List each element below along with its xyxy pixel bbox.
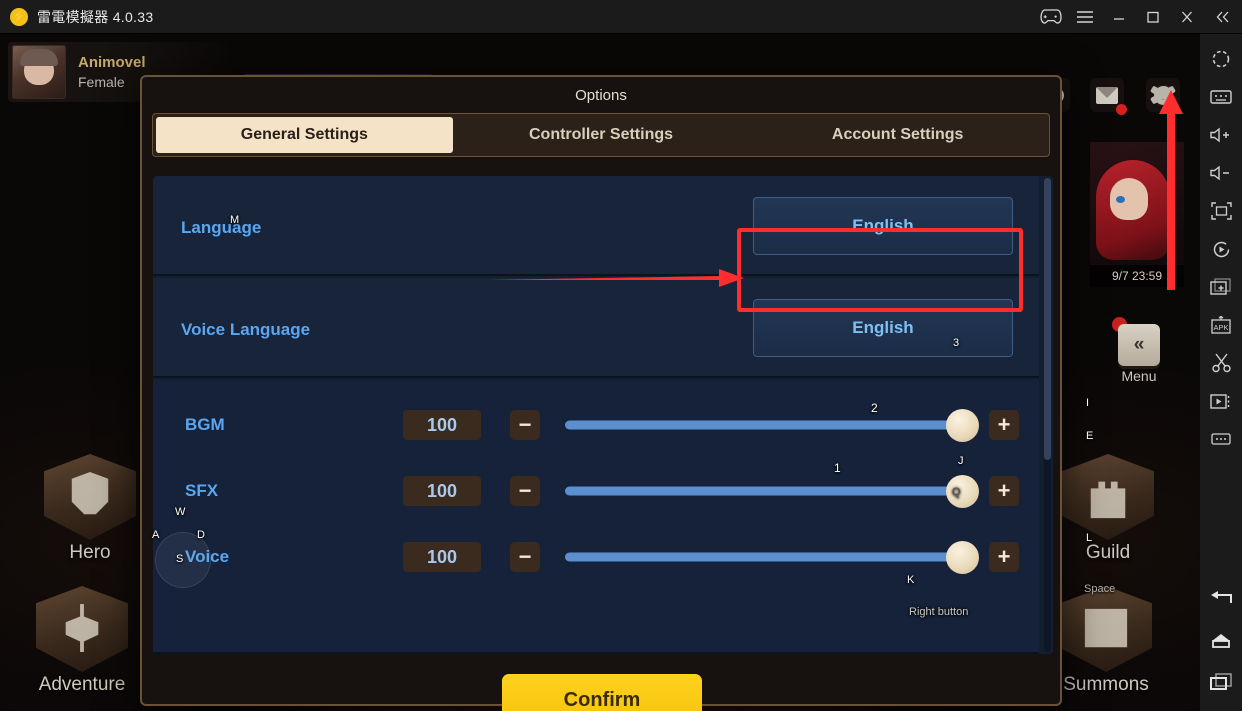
- dialog-footer: Confirm: [142, 658, 1060, 711]
- keyboard-keymap-icon[interactable]: [1200, 78, 1242, 116]
- virtual-joystick-overlay[interactable]: [155, 532, 211, 588]
- hero-helmet-icon: [71, 472, 109, 515]
- voice-language-label: Voice Language: [181, 320, 311, 339]
- mail-notification-badge: [1116, 104, 1127, 115]
- volume-down-icon[interactable]: [1200, 154, 1242, 192]
- new-window-icon[interactable]: [1200, 268, 1242, 306]
- close-icon[interactable]: [1170, 0, 1204, 34]
- tab-general-settings[interactable]: General Settings: [156, 117, 453, 153]
- character-eye: [1116, 196, 1125, 203]
- tab-controller-settings[interactable]: Controller Settings: [453, 117, 750, 153]
- settings-tabs: General Settings Controller Settings Acc…: [152, 113, 1050, 157]
- nav-guild-label: Guild: [1085, 542, 1131, 563]
- menu-collapse-button[interactable]: «: [1118, 324, 1160, 366]
- slider-row-sfx: SFX 100 − +: [153, 458, 1039, 524]
- bgm-minus-button[interactable]: −: [510, 410, 540, 440]
- nav-summons-button[interactable]: Summons: [1046, 586, 1166, 696]
- adventure-sword-icon: [65, 604, 99, 653]
- minimize-icon[interactable]: [1102, 0, 1136, 34]
- adventure-shield-frame: [36, 586, 128, 672]
- nav-adventure-button[interactable]: Adventure: [22, 586, 142, 696]
- more-options-icon[interactable]: [1200, 420, 1242, 458]
- slider-row-voice: Voice 100 − +: [153, 524, 1039, 590]
- svg-text:APK: APK: [1213, 323, 1228, 332]
- voice-minus-button[interactable]: −: [510, 542, 540, 572]
- language-label: Language: [181, 218, 262, 237]
- emulator-sidebar: APK: [1200, 34, 1242, 711]
- collapse-sidebar-icon[interactable]: [1204, 0, 1242, 34]
- mail-envelope-icon: [1096, 86, 1118, 104]
- options-dialog: Options General Settings Controller Sett…: [140, 75, 1062, 711]
- voice-slider-track[interactable]: [565, 540, 979, 574]
- sfx-slider-thumb[interactable]: [946, 474, 979, 508]
- sfx-label: SFX: [185, 481, 219, 500]
- annotation-arrow-to-gear: [1159, 90, 1183, 290]
- back-arrow-icon[interactable]: [1200, 577, 1242, 619]
- tab-account-settings[interactable]: Account Settings: [749, 117, 1046, 153]
- player-gender: Female: [78, 74, 125, 90]
- recent-apps-icon[interactable]: [1200, 661, 1242, 703]
- install-apk-icon[interactable]: APK: [1200, 306, 1242, 344]
- screenshot-scissors-icon[interactable]: [1200, 344, 1242, 382]
- sidebar-top-group: APK: [1200, 40, 1242, 458]
- confirm-button[interactable]: Confirm: [502, 674, 702, 711]
- home-icon[interactable]: [1200, 619, 1242, 661]
- nav-summons-label: Summons: [1063, 674, 1149, 695]
- sfx-minus-button[interactable]: −: [510, 476, 540, 506]
- sfx-slider-track[interactable]: [565, 474, 979, 508]
- guild-shield-frame: [1062, 454, 1154, 540]
- bgm-slider-track[interactable]: [565, 408, 979, 442]
- player-avatar: [12, 45, 66, 99]
- sfx-plus-button[interactable]: +: [989, 476, 1019, 506]
- slider-row-bgm: BGM 100 − +: [153, 392, 1039, 458]
- sidebar-bottom-group: [1200, 577, 1242, 703]
- summons-shield-frame: [1060, 586, 1152, 672]
- settings-scrollbar-thumb[interactable]: [1044, 178, 1051, 460]
- settings-rows-audio: BGM 100 − + SFX 100 − + Voice 100 − +: [153, 380, 1039, 654]
- annotation-highlight-box: [737, 228, 1023, 312]
- player-info: Animovel Female: [78, 54, 146, 90]
- hero-shield-frame: [44, 454, 136, 540]
- app-title: 雷電模擬器 4.0.33: [37, 8, 154, 25]
- restart-refresh-icon[interactable]: [1200, 230, 1242, 268]
- rotate-orientation-icon[interactable]: [1200, 40, 1242, 78]
- dialog-title: Options: [575, 86, 627, 104]
- menu-label: Menu: [1121, 368, 1157, 384]
- voice-slider-thumb[interactable]: [946, 540, 979, 574]
- emulator-window: 雷電模擬器 4.0.33: [0, 0, 1242, 711]
- nav-hero-button[interactable]: Hero: [30, 454, 150, 564]
- sfx-value: 100: [403, 476, 481, 506]
- player-name: Animovel: [78, 54, 146, 71]
- nav-adventure-label: Adventure: [38, 674, 126, 695]
- bgm-slider-thumb[interactable]: [946, 408, 979, 442]
- mail-button[interactable]: [1090, 78, 1127, 115]
- bgm-value: 100: [403, 410, 481, 440]
- record-video-icon[interactable]: [1200, 382, 1242, 420]
- ldplayer-logo-icon: [10, 7, 28, 26]
- volume-up-icon[interactable]: [1200, 116, 1242, 154]
- nav-hero-label: Hero: [69, 542, 111, 563]
- menu-hamburger-icon[interactable]: [1068, 0, 1102, 34]
- maximize-icon[interactable]: [1136, 0, 1170, 34]
- annotation-arrow-to-language: [487, 269, 744, 287]
- voice-plus-button[interactable]: +: [989, 542, 1019, 572]
- settings-scrollbar[interactable]: [1044, 178, 1051, 652]
- fullscreen-icon[interactable]: [1200, 192, 1242, 230]
- bgm-plus-button[interactable]: +: [989, 410, 1019, 440]
- nav-guild-button[interactable]: Guild: [1048, 454, 1168, 564]
- titlebar: 雷電模擬器 4.0.33: [0, 0, 1242, 34]
- guild-castle-icon: [1090, 481, 1126, 519]
- gamepad-icon[interactable]: [1034, 0, 1068, 34]
- window-controls: [1034, 0, 1242, 34]
- bgm-label: BGM: [185, 415, 225, 434]
- summons-card-icon: [1084, 608, 1128, 648]
- voice-value: 100: [403, 542, 481, 572]
- game-viewport: Animovel Female GUARDIAN 348/63 + 71,586…: [0, 34, 1200, 711]
